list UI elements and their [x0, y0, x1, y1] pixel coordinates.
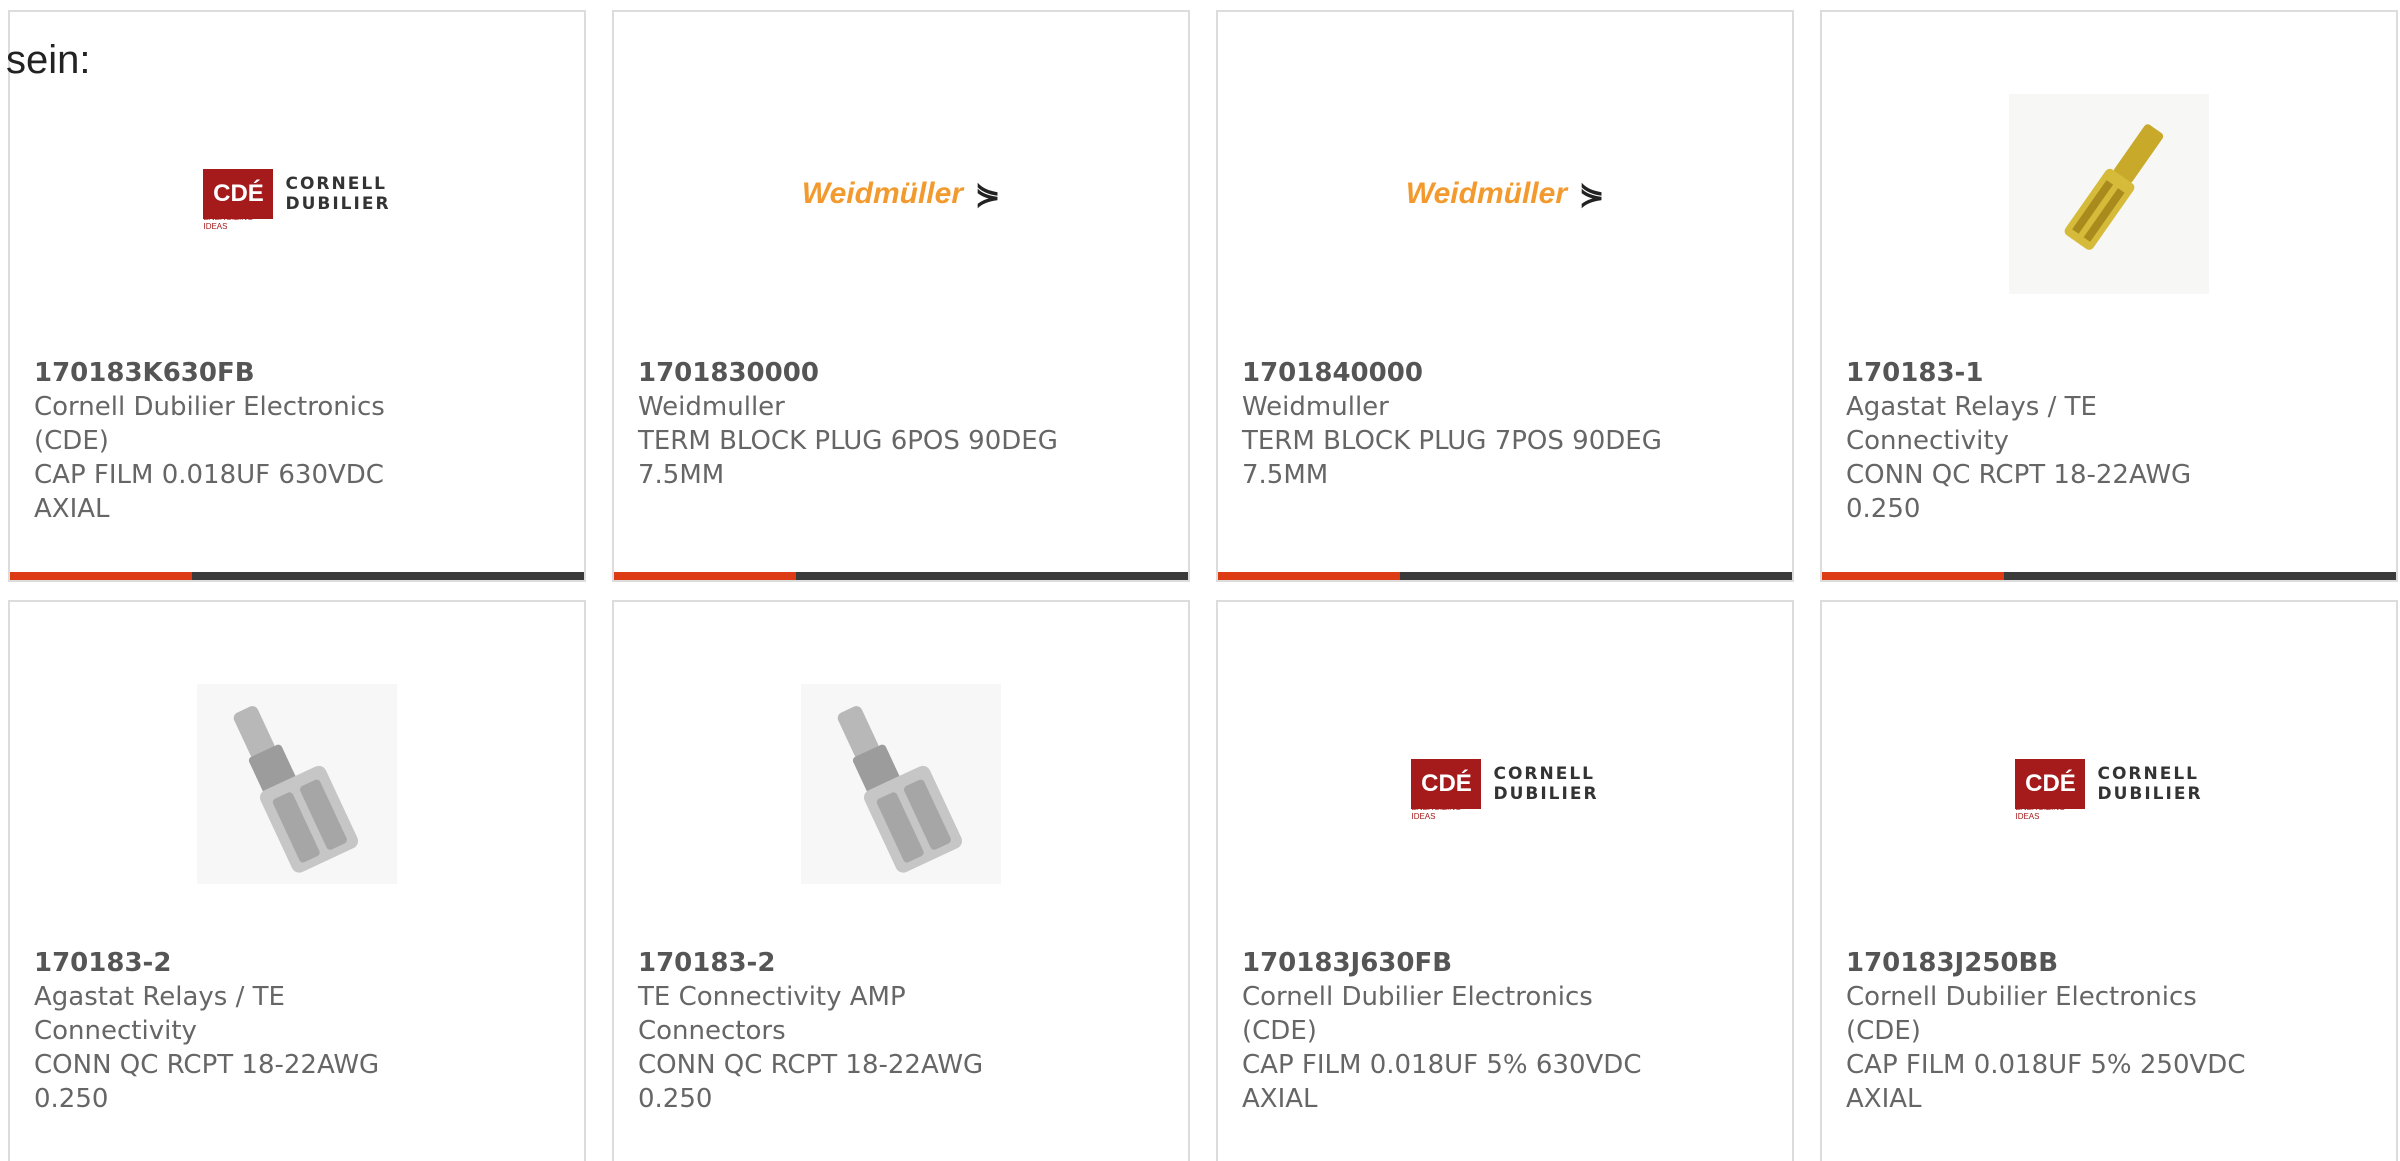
manufacturer: Cornell Dubilier Electronics (CDE): [1846, 982, 2197, 1046]
part-number: 1701830000: [638, 358, 819, 388]
description: TERM BLOCK PLUG 7POS 90DEG 7.5MM: [1242, 426, 1662, 490]
accent-stripe: [1218, 572, 1400, 580]
product-image: CDÉ ENERGIZING IDEAS CORNELL DUBILIER: [1218, 664, 1792, 904]
part-number: 170183-2: [34, 948, 172, 978]
page: CDÉ ENERGIZING IDEAS CORNELL DUBILIER 1701…: [0, 0, 2400, 1161]
part-number: 1701840000: [1242, 358, 1423, 388]
intro-text: sein:: [6, 38, 91, 82]
product-image: Weidmüller ⋟: [1218, 74, 1792, 314]
part-number: 170183K630FB: [34, 358, 255, 388]
part-number: 170183-1: [1846, 358, 1984, 388]
manufacturer: Cornell Dubilier Electronics (CDE): [34, 392, 385, 456]
product-card[interactable]: 170183-1 Agastat Relays / TE Connectivit…: [1820, 10, 2398, 582]
product-image: CDÉ ENERGIZING IDEAS CORNELL DUBILIER: [1822, 664, 2396, 904]
product-card[interactable]: 170183-2 Agastat Relays / TE Connectivit…: [8, 600, 586, 1161]
description: CAP FILM 0.018UF 5% 630VDC AXIAL: [1242, 1050, 1642, 1114]
part-number: 170183-2: [638, 948, 776, 978]
product-grid: CDÉ ENERGIZING IDEAS CORNELL DUBILIER 1701…: [8, 10, 2398, 1161]
product-card[interactable]: CDÉ ENERGIZING IDEAS CORNELL DUBILIER 1701…: [1216, 600, 1794, 1161]
description: CAP FILM 0.018UF 630VDC AXIAL: [34, 460, 384, 524]
weidmuller-logo: Weidmüller ⋟: [801, 177, 1001, 211]
silver-quick-connect-icon: [197, 684, 397, 884]
product-image: [1822, 74, 2396, 314]
gold-quick-connect-icon: [2009, 94, 2209, 294]
cde-logo: CDÉ ENERGIZING IDEAS CORNELL DUBILIER: [2015, 759, 2202, 821]
description: CONN QC RCPT 18-22AWG 0.250: [1846, 460, 2192, 524]
description: CAP FILM 0.018UF 5% 250VDC AXIAL: [1846, 1050, 2246, 1114]
part-number: 170183J250BB: [1846, 948, 2059, 978]
weidmuller-logo: Weidmüller ⋟: [1405, 177, 1605, 211]
accent-stripe: [10, 572, 192, 580]
card-bottom-bar: [1822, 572, 2396, 580]
manufacturer: Agastat Relays / TE Connectivity: [34, 982, 285, 1046]
product-card[interactable]: Weidmüller ⋟ 1701840000 Weidmuller TERM B…: [1216, 10, 1794, 582]
description: TERM BLOCK PLUG 6POS 90DEG 7.5MM: [638, 426, 1058, 490]
card-bottom-bar: [614, 572, 1188, 580]
card-bottom-bar: [1218, 572, 1792, 580]
description: CONN QC RCPT 18-22AWG 0.250: [34, 1050, 380, 1114]
manufacturer: TE Connectivity AMP Connectors: [638, 982, 906, 1046]
manufacturer: Cornell Dubilier Electronics (CDE): [1242, 982, 1593, 1046]
accent-stripe: [1822, 572, 2004, 580]
card-bottom-bar: [10, 572, 584, 580]
manufacturer: Weidmuller: [638, 392, 785, 422]
product-card[interactable]: 170183-2 TE Connectivity AMP Connectors …: [612, 600, 1190, 1161]
part-number: 170183J630FB: [1242, 948, 1453, 978]
silver-quick-connect-icon: [801, 684, 1001, 884]
product-card[interactable]: Weidmüller ⋟ 1701830000 Weidmuller TERM B…: [612, 10, 1190, 582]
product-image: CDÉ ENERGIZING IDEAS CORNELL DUBILIER: [10, 74, 584, 314]
manufacturer: Agastat Relays / TE Connectivity: [1846, 392, 2097, 456]
cde-logo: CDÉ ENERGIZING IDEAS CORNELL DUBILIER: [203, 169, 390, 231]
cde-logo: CDÉ ENERGIZING IDEAS CORNELL DUBILIER: [1411, 759, 1598, 821]
product-image: [10, 664, 584, 904]
product-image: Weidmüller ⋟: [614, 74, 1188, 314]
description: CONN QC RCPT 18-22AWG 0.250: [638, 1050, 984, 1114]
manufacturer: Weidmuller: [1242, 392, 1389, 422]
accent-stripe: [614, 572, 796, 580]
product-image: [614, 664, 1188, 904]
product-card[interactable]: CDÉ ENERGIZING IDEAS CORNELL DUBILIER 1701…: [1820, 600, 2398, 1161]
product-card[interactable]: CDÉ ENERGIZING IDEAS CORNELL DUBILIER 1701…: [8, 10, 586, 582]
